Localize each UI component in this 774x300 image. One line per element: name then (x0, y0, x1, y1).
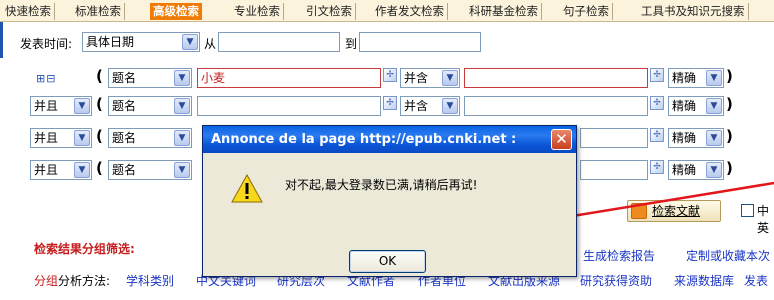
search-input-1b[interactable] (464, 68, 648, 88)
method-label: 分析方法: (58, 274, 111, 288)
date-type-select[interactable]: 具体日期 ▼ (82, 32, 200, 52)
op-select-value: 并含 (404, 99, 429, 113)
close-paren: ) (726, 127, 733, 145)
chevron-down-icon: ▼ (74, 162, 90, 178)
to-label: 到 (345, 37, 358, 51)
field-select-value: 题名 (112, 71, 137, 85)
open-paren: ( (96, 159, 103, 177)
from-label: 从 (204, 37, 217, 51)
warning-icon (231, 174, 263, 203)
close-paren: ) (726, 67, 733, 85)
chevron-down-icon: ▼ (74, 98, 90, 114)
chevron-down-icon: ▼ (174, 130, 190, 146)
open-paren: ( (96, 127, 103, 145)
chevron-down-icon: ▼ (442, 98, 458, 114)
ok-button[interactable]: OK (349, 250, 426, 273)
match-select-3[interactable]: 精确 ▼ (668, 128, 724, 148)
match-select-value: 精确 (672, 99, 697, 113)
logic-select-value: 并且 (34, 131, 59, 145)
search-input-2[interactable] (197, 96, 381, 116)
alert-dialog: Annonce de la page http://epub.cnki.net … (202, 125, 577, 277)
logic-select-2[interactable]: 并且 ▼ (30, 96, 92, 116)
field-select-4[interactable]: 题名 ▼ (108, 160, 192, 180)
field-select-value: 题名 (112, 131, 137, 145)
close-icon[interactable]: ✕ (551, 129, 572, 150)
chevron-down-icon: ▼ (74, 130, 90, 146)
tab-fund-search[interactable]: 科研基金检索 (466, 3, 542, 20)
expand-icon[interactable]: ✢ (383, 96, 397, 110)
expand-icon[interactable]: ✢ (650, 128, 664, 142)
date-from-input[interactable] (218, 32, 340, 52)
field-select-value: 题名 (112, 163, 137, 177)
match-select-value: 精确 (672, 131, 697, 145)
date-type-value: 具体日期 (86, 35, 135, 49)
dialog-title-bar: Annonce de la page http://epub.cnki.net … (203, 126, 576, 153)
field-select-3[interactable]: 题名 ▼ (108, 128, 192, 148)
field-select-2[interactable]: 题名 ▼ (108, 96, 192, 116)
link-funding[interactable]: 研究获得资助 (580, 272, 652, 289)
search-tabs: 快速检索 标准检索 高级检索 专业检索 引文检索 作者发文检索 科研基金检索 句… (0, 0, 774, 22)
group-label: 分组 (34, 274, 59, 288)
chevron-down-icon: ▼ (174, 98, 190, 114)
expand-icon[interactable]: ✢ (650, 96, 664, 110)
publish-time-label: 发表时间: (20, 37, 73, 51)
link-subject[interactable]: 学科类别 (126, 272, 174, 289)
logic-select-3[interactable]: 并且 ▼ (30, 128, 92, 148)
close-paren: ) (726, 95, 733, 113)
logic-select-value: 并且 (34, 99, 59, 113)
field-select-1[interactable]: 题名 ▼ (108, 68, 192, 88)
tab-quick-search[interactable]: 快速检索 (2, 3, 55, 20)
op-select-value: 并含 (404, 71, 429, 85)
chevron-down-icon: ▼ (442, 70, 458, 86)
search-input-3b[interactable] (580, 128, 648, 148)
op-select-2[interactable]: 并含 ▼ (400, 96, 460, 116)
tab-author-search[interactable]: 作者发文检索 (372, 3, 448, 20)
field-select-value: 题名 (112, 99, 137, 113)
op-select-1[interactable]: 并含 ▼ (400, 68, 460, 88)
tab-standard-search[interactable]: 标准检索 (72, 3, 125, 20)
chevron-down-icon: ▼ (182, 34, 198, 50)
tab-reference-search[interactable]: 工具书及知识元搜索 (638, 3, 749, 20)
search-input-2b[interactable] (464, 96, 648, 116)
search-input-1[interactable]: 小麦 (197, 68, 381, 88)
chevron-down-icon: ▼ (174, 162, 190, 178)
logic-select-value: 并且 (34, 163, 59, 177)
chevron-down-icon: ▼ (706, 98, 722, 114)
logic-select-4[interactable]: 并且 ▼ (30, 160, 92, 180)
link-database[interactable]: 来源数据库 (674, 272, 734, 289)
open-paren: ( (96, 67, 103, 85)
add-remove-row-icon[interactable]: ⊞⊟ (36, 72, 56, 85)
match-select-2[interactable]: 精确 ▼ (668, 96, 724, 116)
tab-sentence-search[interactable]: 句子检索 (560, 3, 613, 20)
tab-professional-search[interactable]: 专业检索 (231, 3, 284, 20)
tab-citation-search[interactable]: 引文检索 (303, 3, 356, 20)
match-select-1[interactable]: 精确 ▼ (668, 68, 724, 88)
expand-icon[interactable]: ✢ (650, 68, 664, 82)
link-publish[interactable]: 发表 (744, 272, 768, 289)
results-filter-title: 检索结果分组筛选: (34, 242, 135, 256)
dialog-title: Annonce de la page http://epub.cnki.net … (211, 132, 517, 147)
expand-icon[interactable]: ✢ (383, 68, 397, 82)
chevron-down-icon: ▼ (174, 70, 190, 86)
chevron-down-icon: ▼ (706, 130, 722, 146)
tab-advanced-search[interactable]: 高级检索 (150, 3, 202, 20)
accent-bar (0, 22, 3, 58)
match-select-value: 精确 (672, 71, 697, 85)
open-paren: ( (96, 95, 103, 113)
date-to-input[interactable] (359, 32, 481, 52)
chevron-down-icon: ▼ (706, 70, 722, 86)
dialog-message: 对不起,最大登录数已满,请稍后再试! (285, 178, 478, 192)
